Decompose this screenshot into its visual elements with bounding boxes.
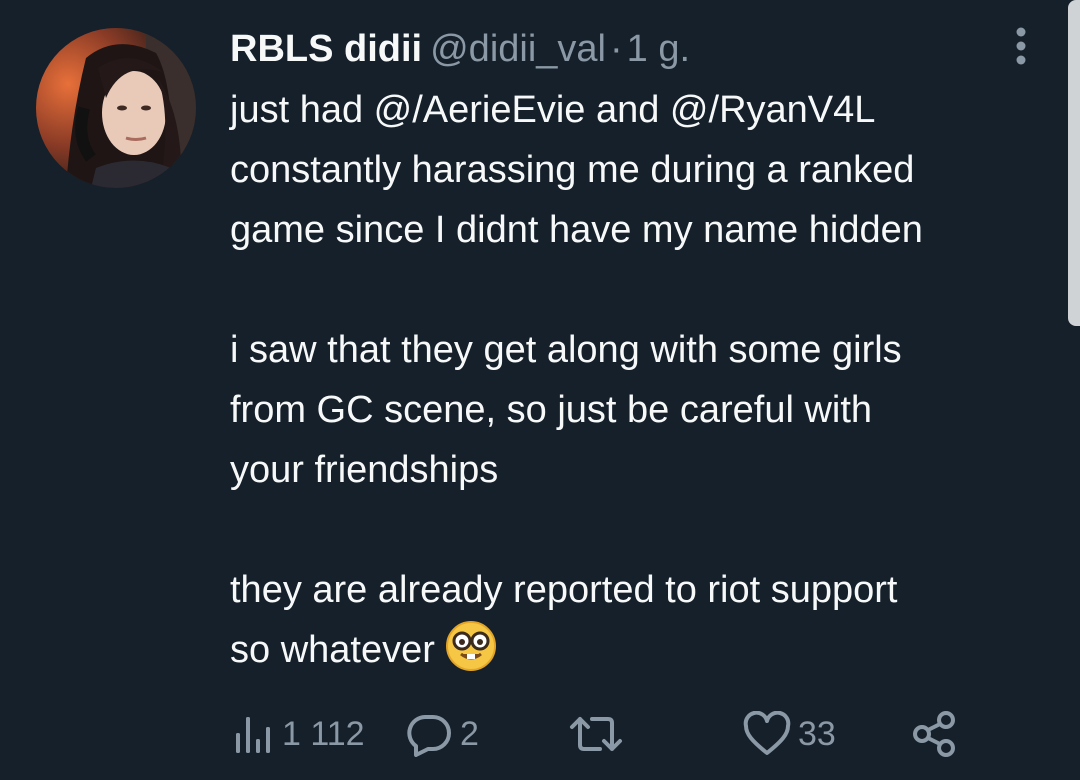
views-button[interactable]: 1 112 [230, 704, 365, 764]
tweet-line: just had @/AerieEvie and @/RyanV4L [230, 89, 876, 131]
author-handle[interactable]: @didii_val [430, 28, 606, 70]
separator-dot: · [610, 28, 623, 70]
scrollbar-thumb[interactable] [1068, 0, 1080, 326]
tweet-line: game since I didnt have my name hidden [230, 209, 923, 251]
avatar-photo [36, 28, 196, 188]
tweet-text: just had @/AerieEvie and @/RyanV4L const… [230, 80, 1060, 680]
reply-button[interactable]: 2 [404, 704, 479, 764]
like-count: 33 [798, 714, 836, 753]
heart-icon [743, 711, 791, 755]
share-button[interactable] [910, 704, 960, 764]
views-count: 1 112 [282, 714, 365, 753]
tweet-timestamp[interactable]: 1 g. [627, 28, 690, 70]
tweet-last-line: so whatever [230, 620, 1060, 680]
tweet-line: i saw that they get along with some girl… [230, 329, 902, 371]
more-options-icon[interactable] [1008, 24, 1034, 68]
tweet-actions: 1 112 2 33 [230, 704, 990, 764]
tweet-header: RBLS didii @didii_val · 1 g. [230, 24, 690, 74]
retweet-icon [570, 717, 622, 751]
tweet-line: so whatever [230, 629, 435, 671]
share-icon [913, 711, 955, 757]
tweet-line: constantly harassing me during a ranked [230, 149, 915, 191]
reply-bubble-icon [407, 715, 451, 757]
tweet-line: your friendships [230, 449, 499, 491]
views-bar-chart-icon [236, 717, 270, 753]
tweet-line: from GC scene, so just be careful with [230, 389, 873, 431]
retweet-button[interactable] [566, 704, 632, 764]
reply-count: 2 [460, 714, 479, 753]
like-button[interactable]: 33 [742, 704, 836, 764]
avatar[interactable] [36, 28, 196, 188]
author-display-name[interactable]: RBLS didii [230, 28, 422, 70]
tweet-line: they are already reported to riot suppor… [230, 569, 898, 611]
nerd-face-emoji-icon [445, 620, 497, 672]
